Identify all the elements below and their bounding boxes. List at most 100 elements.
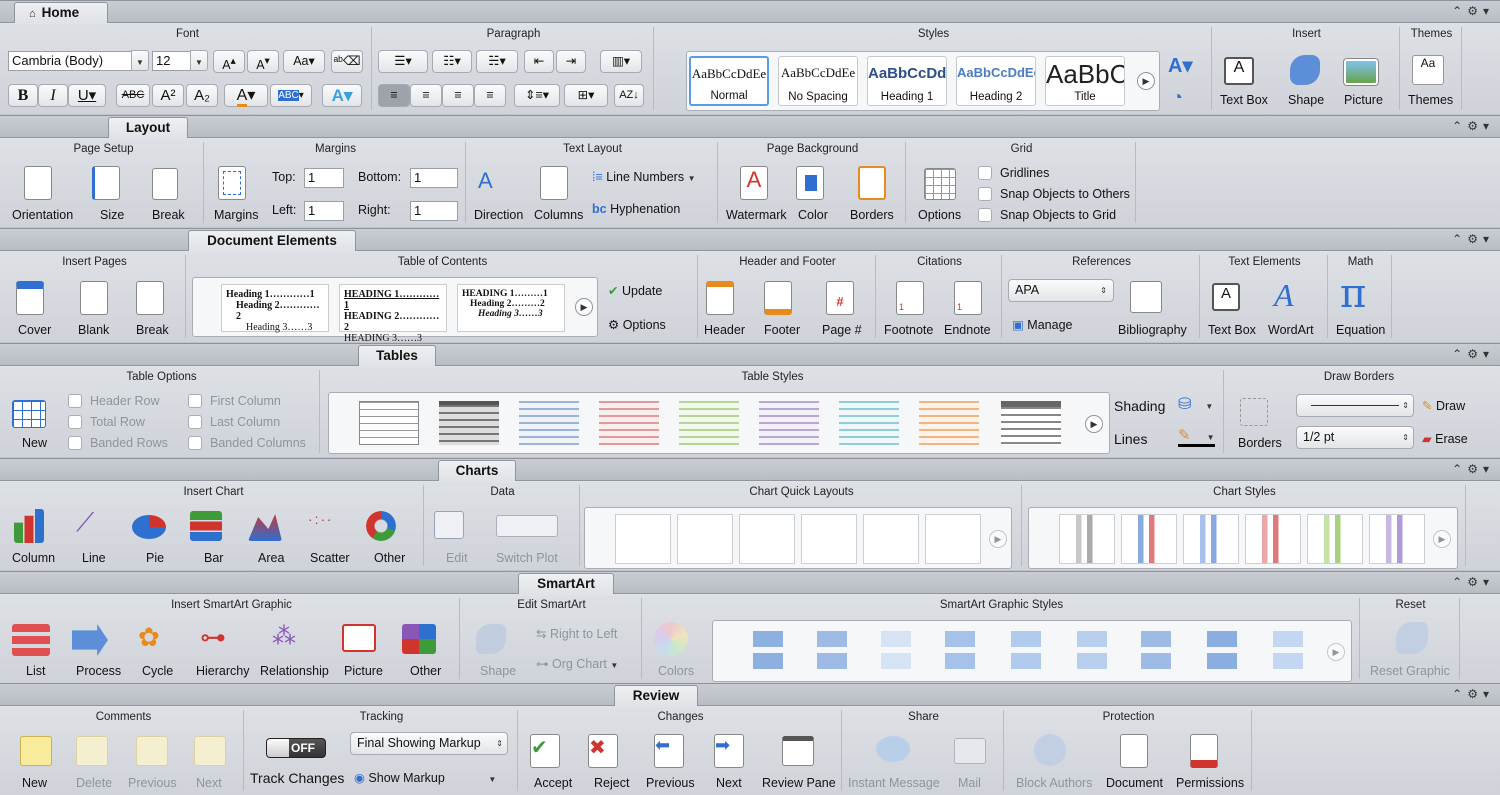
- bar-chart-icon[interactable]: [190, 511, 222, 541]
- justify-button[interactable]: ≡: [474, 84, 506, 107]
- watermark-icon[interactable]: A: [740, 166, 768, 200]
- style-heading-2[interactable]: AaBbCcDdEe Heading 2: [956, 56, 1036, 106]
- font-size-dropdown[interactable]: ▼: [190, 50, 208, 71]
- chart-style-1[interactable]: [1059, 514, 1115, 564]
- orientation-icon[interactable]: [24, 166, 52, 200]
- gridlines-checkbox[interactable]: [978, 166, 992, 180]
- hierarchy-icon[interactable]: ⊶: [200, 622, 226, 653]
- table-style-9[interactable]: [1001, 401, 1061, 445]
- column-chart-icon[interactable]: [14, 509, 44, 543]
- manage-sources-button[interactable]: ▣ Manage: [1012, 317, 1072, 332]
- previous-change-icon[interactable]: ⬅: [654, 734, 684, 768]
- increase-indent-button[interactable]: ⇥: [556, 50, 586, 73]
- smartart-style-2[interactable]: [817, 631, 847, 671]
- accept-icon[interactable]: ✔: [530, 734, 560, 768]
- document-lock-icon[interactable]: [1120, 734, 1148, 768]
- header-icon[interactable]: [706, 281, 734, 315]
- page-number-icon[interactable]: #: [826, 281, 854, 315]
- last-column-checkbox[interactable]: [188, 415, 202, 429]
- cover-page-icon[interactable]: [16, 281, 44, 315]
- chart-layouts-next-icon[interactable]: ▶: [989, 530, 1007, 548]
- tab-smartart[interactable]: SmartArt: [518, 573, 614, 594]
- tab-document-elements[interactable]: Document Elements: [188, 230, 356, 251]
- align-right-button[interactable]: ≡: [442, 84, 474, 107]
- highlight-button[interactable]: ABC▾: [270, 84, 312, 107]
- page-break-icon[interactable]: [136, 281, 164, 315]
- mail-icon[interactable]: [954, 738, 986, 764]
- chart-layout-3[interactable]: [739, 514, 795, 564]
- first-column-checkbox[interactable]: [188, 394, 202, 408]
- table-style-7[interactable]: [839, 401, 899, 445]
- chart-layout-1[interactable]: [615, 514, 671, 564]
- reject-icon[interactable]: ✖: [588, 734, 618, 768]
- org-chart-button[interactable]: ⊶ Org Chart ▼: [536, 656, 618, 671]
- next-change-icon[interactable]: ➡: [714, 734, 744, 768]
- decrease-indent-button[interactable]: ⇤: [524, 50, 554, 73]
- list-icon[interactable]: [12, 624, 50, 656]
- process-icon[interactable]: [72, 624, 108, 656]
- snap-grid-checkbox[interactable]: [978, 208, 992, 222]
- font-name-field[interactable]: Cambria (Body): [8, 51, 132, 71]
- pie-chart-icon[interactable]: [132, 515, 166, 539]
- smartart-style-4[interactable]: [945, 631, 975, 671]
- citation-style-select[interactable]: APA ⇕: [1008, 279, 1114, 302]
- style-title[interactable]: AaBbC Title: [1045, 56, 1125, 106]
- smartart-style-1[interactable]: [753, 631, 783, 671]
- borders-button[interactable]: ⊞▾: [564, 84, 608, 107]
- erase-button[interactable]: ▰ Erase: [1422, 431, 1468, 446]
- area-chart-icon[interactable]: [248, 514, 282, 541]
- reset-graphic-icon[interactable]: [1396, 622, 1428, 654]
- header-row-checkbox[interactable]: [68, 394, 82, 408]
- switch-plot-icon[interactable]: [496, 515, 558, 537]
- table-style-2[interactable]: [439, 401, 499, 445]
- endnote-icon[interactable]: 1: [954, 281, 982, 315]
- chart-layout-2[interactable]: [677, 514, 733, 564]
- banded-rows-checkbox[interactable]: [68, 436, 82, 450]
- superscript-button[interactable]: A²: [152, 84, 184, 107]
- smartart-styles-next-icon[interactable]: ▶: [1327, 643, 1345, 661]
- blank-page-icon[interactable]: [80, 281, 108, 315]
- banded-columns-checkbox[interactable]: [188, 436, 202, 450]
- table-style-1[interactable]: [359, 401, 419, 445]
- margin-top-field[interactable]: 1: [304, 168, 344, 188]
- table-styles-next-icon[interactable]: ▶: [1085, 415, 1103, 433]
- chart-layout-5[interactable]: [863, 514, 919, 564]
- grid-options-icon[interactable]: [924, 168, 956, 200]
- styles-pane-icon[interactable]: ◔: [1172, 87, 1183, 108]
- previous-comment-icon[interactable]: [136, 736, 168, 766]
- tab-home[interactable]: ⌂ Home: [14, 2, 108, 23]
- tab-review[interactable]: Review: [614, 685, 698, 706]
- smartart-style-5[interactable]: [1011, 631, 1041, 671]
- bold-button[interactable]: B: [8, 84, 38, 107]
- ribbon-controls[interactable]: ⌃⚙▾: [1452, 687, 1494, 701]
- review-pane-icon[interactable]: [782, 736, 814, 766]
- style-no-spacing[interactable]: AaBbCcDdEe No Spacing: [778, 56, 858, 106]
- clear-format-icon[interactable]: ᵃᵇ⌫: [331, 50, 363, 73]
- page-borders-icon[interactable]: [858, 166, 886, 200]
- shrink-font-button[interactable]: A▾: [247, 50, 279, 73]
- footer-icon[interactable]: [764, 281, 792, 315]
- change-case-button[interactable]: Aa▾: [283, 50, 325, 73]
- pi-icon[interactable]: π: [1340, 271, 1366, 317]
- wordart-icon[interactable]: A: [1274, 277, 1294, 314]
- font-color-button[interactable]: A▾: [224, 84, 268, 107]
- next-comment-icon[interactable]: [194, 736, 226, 766]
- themes-icon[interactable]: Aa: [1412, 55, 1444, 85]
- ribbon-controls[interactable]: ⌃⚙▾: [1452, 232, 1494, 246]
- italic-button[interactable]: I: [38, 84, 68, 107]
- draw-button[interactable]: ✎ Draw: [1422, 398, 1465, 413]
- bibliography-icon[interactable]: [1130, 281, 1162, 313]
- style-heading-1[interactable]: AaBbCcDd Heading 1: [867, 56, 947, 106]
- toc-next-icon[interactable]: ▶: [575, 298, 593, 316]
- line-weight-select[interactable]: 1/2 pt ⇕: [1296, 426, 1414, 449]
- new-table-icon[interactable]: [12, 400, 46, 428]
- relationship-icon[interactable]: ⁂: [272, 622, 296, 651]
- right-to-left-button[interactable]: ⇆ Right to Left: [536, 626, 617, 641]
- font-size-field[interactable]: 12: [152, 51, 192, 71]
- manage-styles-icon[interactable]: A▾: [1168, 53, 1192, 78]
- break-icon[interactable]: [152, 168, 178, 200]
- total-row-checkbox[interactable]: [68, 415, 82, 429]
- columns-icon[interactable]: ▥▾: [600, 50, 642, 73]
- edit-data-icon[interactable]: [434, 511, 464, 539]
- snap-others-checkbox[interactable]: [978, 187, 992, 201]
